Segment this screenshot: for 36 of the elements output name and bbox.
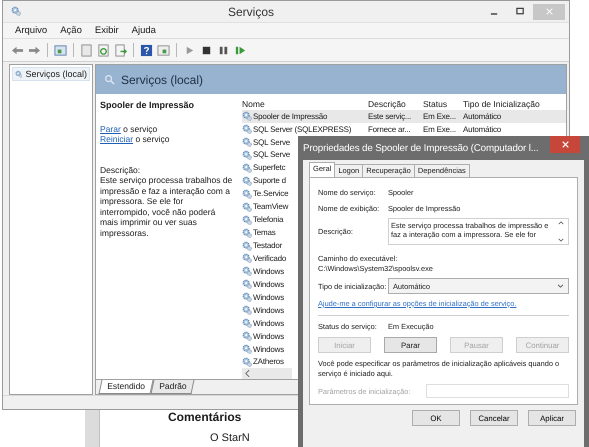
table-cell: Te.Service	[253, 189, 288, 198]
action-text: o serviço	[123, 124, 158, 134]
table-cell: Windows	[253, 306, 284, 315]
table-cell: Windows	[253, 344, 284, 354]
description-label: Descrição:	[100, 164, 142, 175]
table-cell: Verificado	[253, 254, 286, 263]
table-cell: Superfetc	[253, 163, 286, 172]
pane-title: Serviços (local)	[121, 72, 204, 86]
table-cell: Windows	[253, 332, 284, 341]
dialog-title: Propriedades de Spooler de Impressão (Computador l...	[303, 142, 538, 154]
table-cell: Telefonia	[253, 215, 284, 224]
table-cell-text: Em Exe...	[423, 112, 457, 121]
table-cell: ZAtheros	[253, 357, 284, 366]
document-text: O StarN	[210, 432, 250, 444]
description-text: Este serviço processa trabalhos de impressão e faz a interação com a impressora. Se ele for interrompido, você não poderá mais imprimir ou ver suas impressoras.	[100, 175, 234, 238]
table-cell: Suporte d	[253, 176, 286, 186]
table-cell: Windows	[253, 280, 284, 289]
service-name: Spooler de Impressão	[100, 100, 196, 110]
action-text: o serviço	[135, 134, 170, 144]
table-cell: Testador	[253, 241, 282, 250]
table-cell: SQL Serve	[253, 150, 290, 160]
table-cell: Windows	[253, 292, 284, 302]
table-cell: TeamView	[253, 202, 288, 212]
window-title: Serviços	[226, 4, 275, 18]
table-cell-text: Automático	[463, 112, 502, 121]
table-cell: Temas	[253, 228, 276, 238]
table-cell-text: Em Exe...	[423, 124, 457, 134]
table-cell: Windows	[253, 266, 284, 276]
table-cell: SQL Serve	[253, 138, 290, 147]
table-cell-text: Fornece ar...	[368, 124, 412, 134]
document-heading: Comentários	[168, 410, 242, 424]
table-cell: Spooler de Impressão	[253, 112, 328, 121]
table-cell-text: Este serviç...	[368, 112, 412, 121]
table-cell: SQL Server (SQLEXPRESS)	[253, 124, 352, 134]
table-cell-text: Automático	[463, 124, 502, 134]
table-cell: Windows	[253, 318, 284, 328]
